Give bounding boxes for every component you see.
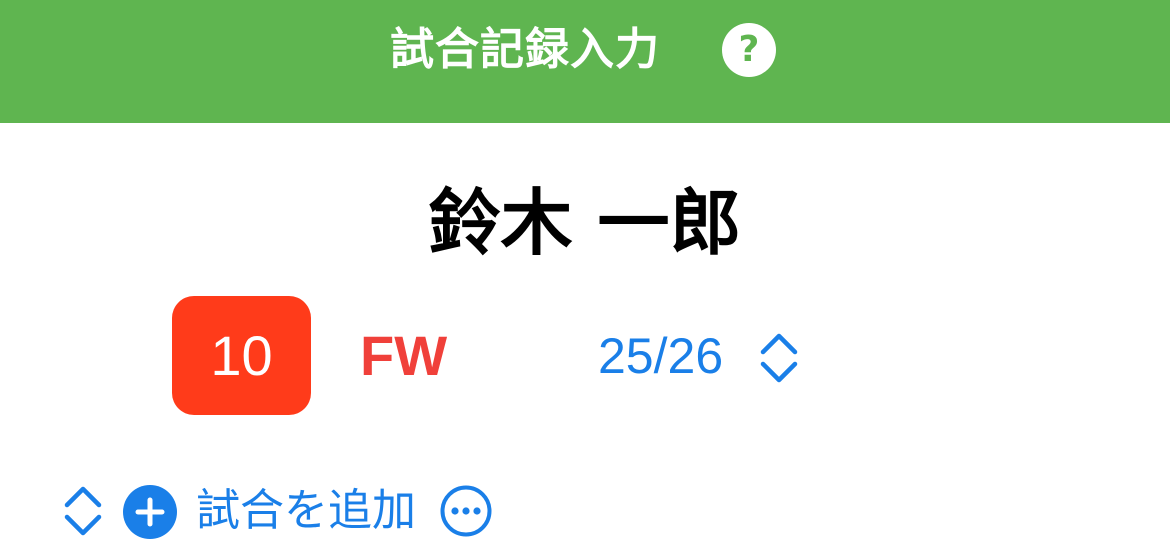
player-name: 鈴木 一郎 xyxy=(428,181,742,265)
chevron-up-down-icon[interactable] xyxy=(758,331,800,385)
more-ellipsis-icon[interactable] xyxy=(440,485,492,537)
page-title: 試合記録入力 xyxy=(390,24,660,75)
reorder-chevron-up-down-icon[interactable] xyxy=(62,484,104,538)
help-icon[interactable]: ? xyxy=(722,23,776,77)
nav-header: 試合記録入力 ? xyxy=(0,0,1170,123)
season-label[interactable]: 25/26 xyxy=(598,324,723,388)
add-circle-icon[interactable] xyxy=(122,484,178,540)
add-match-button[interactable]: 試合を追加 xyxy=(196,480,416,542)
player-position: FW xyxy=(360,324,448,387)
player-number-badge: 10 xyxy=(172,296,311,415)
